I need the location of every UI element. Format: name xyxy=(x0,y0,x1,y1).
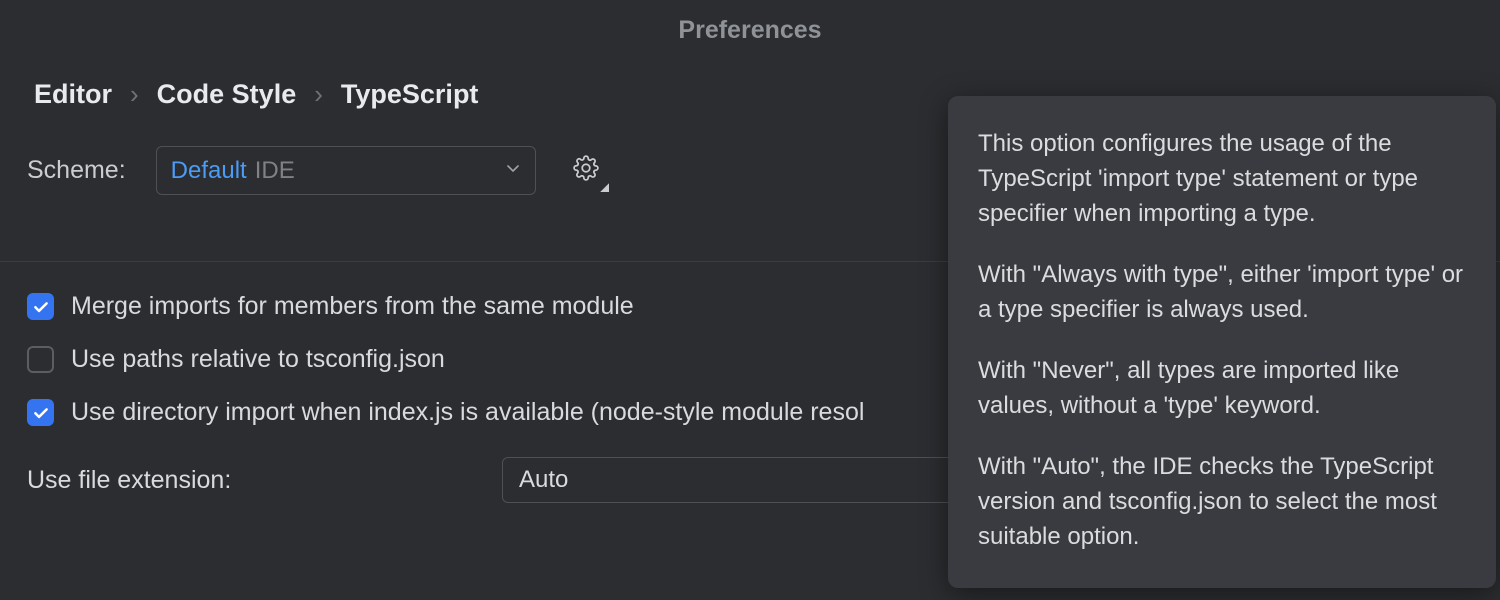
merge-imports-checkbox[interactable] xyxy=(27,293,54,320)
scheme-actions-button[interactable] xyxy=(566,151,606,191)
check-icon xyxy=(32,298,50,316)
tooltip-paragraph: With "Always with type", either 'import … xyxy=(978,257,1468,327)
tooltip-paragraph: With "Never", all types are imported lik… xyxy=(978,353,1468,423)
dropdown-corner-icon xyxy=(600,183,609,192)
chevron-down-icon xyxy=(505,160,521,181)
chevron-right-icon: › xyxy=(130,79,139,110)
help-tooltip: This option configures the usage of the … xyxy=(948,96,1496,588)
window-title: Preferences xyxy=(0,0,1500,45)
check-icon xyxy=(32,404,50,422)
chevron-right-icon: › xyxy=(314,79,323,110)
scheme-name: Default xyxy=(171,157,247,185)
breadcrumb-code-style[interactable]: Code Style xyxy=(157,79,297,110)
scheme-scope: IDE xyxy=(255,157,295,185)
scheme-select[interactable]: Default IDE xyxy=(156,146,536,195)
breadcrumb-typescript[interactable]: TypeScript xyxy=(341,79,479,110)
merge-imports-label: Merge imports for members from the same … xyxy=(71,292,634,321)
directory-import-label: Use directory import when index.js is av… xyxy=(71,398,864,427)
directory-import-checkbox[interactable] xyxy=(27,399,54,426)
relative-paths-checkbox[interactable] xyxy=(27,346,54,373)
file-extension-select[interactable]: Auto xyxy=(502,457,962,503)
breadcrumb-editor[interactable]: Editor xyxy=(34,79,112,110)
tooltip-paragraph: With "Auto", the IDE checks the TypeScri… xyxy=(978,449,1468,554)
file-extension-label: Use file extension: xyxy=(27,466,482,495)
relative-paths-label: Use paths relative to tsconfig.json xyxy=(71,345,445,374)
file-extension-value: Auto xyxy=(519,466,568,494)
scheme-label: Scheme: xyxy=(27,156,126,185)
gear-icon xyxy=(573,155,599,186)
tooltip-paragraph: This option configures the usage of the … xyxy=(978,126,1468,231)
